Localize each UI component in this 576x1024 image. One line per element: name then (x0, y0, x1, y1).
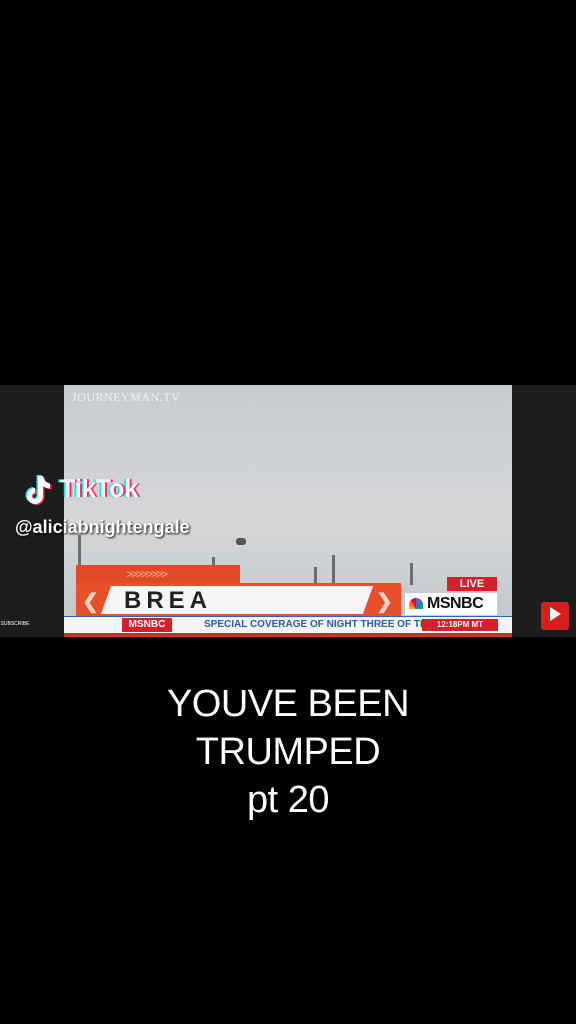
ticker-headline: SPECIAL COVERAGE OF NIGHT THREE OF THE (204, 619, 434, 630)
msnbc-logo-text: MSNBC (427, 595, 484, 612)
caption-line-1: YOUVE BEEN (166, 683, 410, 725)
crane-mast (332, 555, 335, 583)
play-icon (550, 607, 561, 621)
ticker-time: 12:18PM MT (422, 619, 498, 631)
caption-line-2: TRUMPED (195, 731, 381, 773)
news-ticker: MSNBC SPECIAL COVERAGE OF NIGHT THREE OF… (64, 616, 512, 634)
creator-handle: @aliciabnightengale (15, 517, 190, 537)
video-player[interactable]: JOURNEYMAN.TV >>>>>>>> ❮ BREA ❯ LIVE MSN… (0, 385, 576, 637)
breaking-banner: ❮ BREA ❯ (76, 583, 401, 617)
tiktok-watermark: TikTok (20, 472, 138, 506)
video-frame: JOURNEYMAN.TV >>>>>>>> ❮ BREA ❯ LIVE MSN… (64, 385, 512, 637)
chevron-right-icon: ❯ (376, 591, 393, 613)
ticker-bottom-bar (64, 633, 512, 637)
banner-top-strip: >>>>>>>> (76, 565, 240, 583)
ticker-network-label: MSNBC (122, 618, 172, 632)
tiktok-brand: TikTok (60, 474, 139, 503)
breaking-text: BREA (124, 587, 213, 614)
msnbc-logo: MSNBC (405, 593, 497, 615)
crane-mast (410, 563, 413, 585)
journeyman-watermark: JOURNEYMAN.TV (72, 390, 181, 404)
video-caption: YOUVE BEEN TRUMPED pt 20 (0, 680, 576, 824)
helicopter-shape (236, 538, 246, 545)
peacock-icon (409, 598, 423, 609)
subscribe-button[interactable] (541, 602, 569, 630)
live-badge: LIVE (447, 577, 497, 591)
tiktok-note-icon (25, 475, 52, 505)
subscribe-label: SUBSCRIBE (0, 621, 30, 627)
chevron-left-icon: ❮ (82, 591, 99, 613)
caption-line-3: pt 20 (246, 779, 330, 821)
